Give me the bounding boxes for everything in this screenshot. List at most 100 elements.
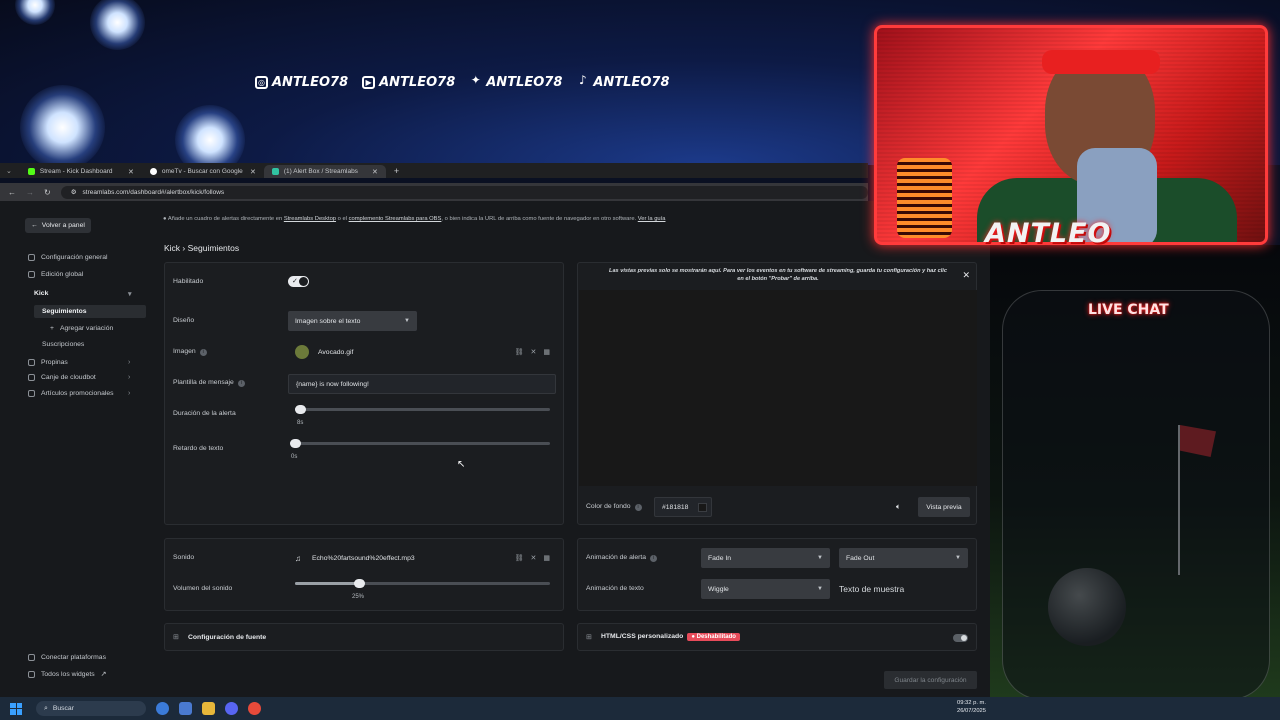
close-tab-icon[interactable]: ✕ <box>128 168 134 176</box>
remove-icon[interactable]: ✕ <box>531 554 537 562</box>
live-chat-title: LIVE CHAT <box>1088 302 1169 318</box>
edge-icon[interactable] <box>156 702 169 715</box>
caret-down-icon: ▾ <box>128 290 132 298</box>
windows-start-icon[interactable] <box>10 702 22 715</box>
alert-settings-card: Habilitado ✓ Diseño Imagen sobre el text… <box>164 262 564 525</box>
check-icon: ✓ <box>292 278 298 285</box>
back-arrow-icon[interactable]: ← <box>8 188 16 197</box>
message-template-input[interactable]: {name} is now following! <box>288 374 556 394</box>
browser-tab-active[interactable]: (1) Alert Box / Streamlabs ✕ <box>263 165 386 178</box>
file-explorer-icon[interactable] <box>202 702 215 715</box>
new-tab-button[interactable]: + <box>394 166 399 176</box>
font-settings-accordion[interactable]: ⊞ Configuración de fuente <box>164 623 564 651</box>
back-label: Volver a panel <box>41 222 85 229</box>
sidebar-item-kick[interactable]: Kick ▾ <box>34 290 144 298</box>
close-icon[interactable]: ✕ <box>962 270 970 281</box>
streamlabs-page: ← Volver a panel Configuración general Ed… <box>0 201 990 697</box>
close-tab-icon[interactable]: ✕ <box>250 168 256 176</box>
bg-color-label-text: Color de fondo <box>586 503 631 510</box>
sidebar-item-cloudbot[interactable]: Canje de cloudbot › <box>28 374 138 381</box>
volume-slider[interactable] <box>295 579 550 588</box>
custom-css-toggle[interactable] <box>953 634 968 642</box>
guide-link[interactable]: Ver la guía <box>638 216 666 222</box>
custom-css-accordion[interactable]: ⊞ HTML/CSS personalizado ● Deshabilitado <box>577 623 977 651</box>
tab-title: omeTv - Buscar con Google <box>161 168 243 175</box>
animation-in-value: Fade In <box>708 554 732 562</box>
help-icon[interactable]: i <box>199 349 207 356</box>
help-icon[interactable]: i <box>650 555 658 562</box>
sidebar-item-follows[interactable]: Seguimientos <box>34 305 146 318</box>
url-field[interactable]: ⚙ streamlabs.com/dashboard#/alertbox/kick… <box>60 185 868 199</box>
browser-tab[interactable]: Stream - Kick Dashboard ✕ <box>20 165 142 178</box>
animation-in-select[interactable]: Fade In ▼ <box>701 548 830 568</box>
stadium-light <box>90 0 145 50</box>
chrome-icon[interactable] <box>248 702 261 715</box>
image-field[interactable]: Avocado.gif ⛓ ✕ ▦ <box>288 342 556 362</box>
browser-tab[interactable]: omeTv - Buscar con Google ✕ <box>142 165 264 178</box>
duration-slider[interactable] <box>295 405 550 414</box>
sidebar-item-general[interactable]: Configuración general <box>28 254 108 261</box>
duration-label: Duración de la alerta <box>173 410 236 417</box>
gallery-icon[interactable]: ▦ <box>543 348 550 356</box>
duration-slider-thumb[interactable] <box>295 405 307 414</box>
discord-icon[interactable] <box>225 702 238 715</box>
speaker-icon[interactable]: 🔈︎ <box>896 502 901 512</box>
site-info-icon[interactable]: ⚙ <box>71 188 77 196</box>
sidebar-item-label: Canje de cloudbot <box>41 374 96 381</box>
obs-plugin-link[interactable]: complemento Streamlabs para OBS <box>349 216 442 222</box>
external-link-icon: ↗ <box>100 671 107 678</box>
info-text: Añade un cuadro de alertas directamente … <box>167 216 284 222</box>
save-settings-button[interactable]: Guardar la configuración <box>884 671 977 689</box>
sidebar-item-label: Configuración general <box>41 254 108 261</box>
link-icon[interactable]: ⛓ <box>515 348 524 356</box>
store-icon[interactable] <box>179 702 192 715</box>
design-select[interactable]: Imagen sobre el texto ▼ <box>288 311 417 331</box>
custom-css-label: HTML/CSS personalizado ● Deshabilitado <box>601 633 740 641</box>
enabled-toggle[interactable]: ✓ <box>288 276 309 287</box>
sidebar-item-global-edit[interactable]: Edición global <box>28 271 83 278</box>
back-to-dashboard-button[interactable]: ← Volver a panel <box>25 218 91 233</box>
gallery-icon[interactable]: ▦ <box>543 554 550 562</box>
color-swatch[interactable] <box>698 502 707 512</box>
reload-icon[interactable]: ↻ <box>44 188 51 197</box>
streamlabs-desktop-link[interactable]: Streamlabs Desktop <box>284 216 336 222</box>
sidebar-item-all-widgets[interactable]: Todos los widgets ↗ <box>28 670 106 678</box>
social-youtube: ▶ ANTLEO78 <box>362 75 455 90</box>
text-delay-slider[interactable] <box>290 439 550 448</box>
preview-card: Las vistas previas solo se mostrarán aqu… <box>577 262 977 525</box>
text-delay-slider-thumb[interactable] <box>290 439 301 448</box>
help-icon[interactable]: i <box>237 380 245 387</box>
tab-list-chevron-icon[interactable]: ⌄ <box>6 167 12 175</box>
sidebar-item-label: Todos los widgets <box>41 670 95 678</box>
text-animation-select[interactable]: Wiggle ▼ <box>701 579 830 599</box>
chevron-down-icon: ▼ <box>404 318 410 324</box>
grid-icon <box>28 271 35 278</box>
sidebar-item-connect-platforms[interactable]: Conectar plataformas <box>28 654 106 661</box>
status-badge-text: Deshabilitado <box>696 634 736 640</box>
clock-time: 09:32 p. m. <box>956 700 986 706</box>
forward-arrow-icon[interactable]: → <box>26 188 34 197</box>
system-clock[interactable]: 09:32 p. m. 26/07/2025 <box>957 699 986 715</box>
sidebar-item-subscriptions[interactable]: Suscripciones <box>42 341 84 348</box>
link-icon[interactable]: ⛓ <box>515 554 524 562</box>
bg-color-input[interactable]: #181818 <box>654 497 712 517</box>
sidebar-item-add-variation[interactable]: + Agregar variación <box>50 325 113 332</box>
url-text: streamlabs.com/dashboard#/alertbox/kick/… <box>82 188 225 196</box>
tab-title: Stream - Kick Dashboard <box>39 168 113 175</box>
remove-icon[interactable]: ✕ <box>531 348 537 356</box>
preview-button[interactable]: Vista previa <box>918 497 970 517</box>
custom-css-label-text: HTML/CSS personalizado <box>601 633 684 640</box>
design-value: Imagen sobre el texto <box>295 317 361 325</box>
music-note-icon: ♫ <box>295 553 301 563</box>
volume-slider-thumb[interactable] <box>353 579 365 588</box>
sound-field[interactable]: ♫ Echo%20fartsound%20effect.mp3 ⛓ ✕ ▦ <box>288 548 556 568</box>
sidebar-item-tips[interactable]: Propinas › <box>28 359 138 366</box>
stadium-light <box>20 85 105 170</box>
help-icon[interactable]: i <box>634 504 642 511</box>
sidebar-item-merch[interactable]: Artículos promocionales › <box>28 390 138 397</box>
close-tab-icon[interactable]: ✕ <box>372 168 378 176</box>
taskbar-search[interactable]: ⌕ Buscar <box>36 701 146 716</box>
animation-out-select[interactable]: Fade Out ▼ <box>839 548 968 568</box>
search-icon: ⌕ <box>44 704 48 712</box>
breadcrumb: Kick › Seguimientos <box>164 243 240 253</box>
